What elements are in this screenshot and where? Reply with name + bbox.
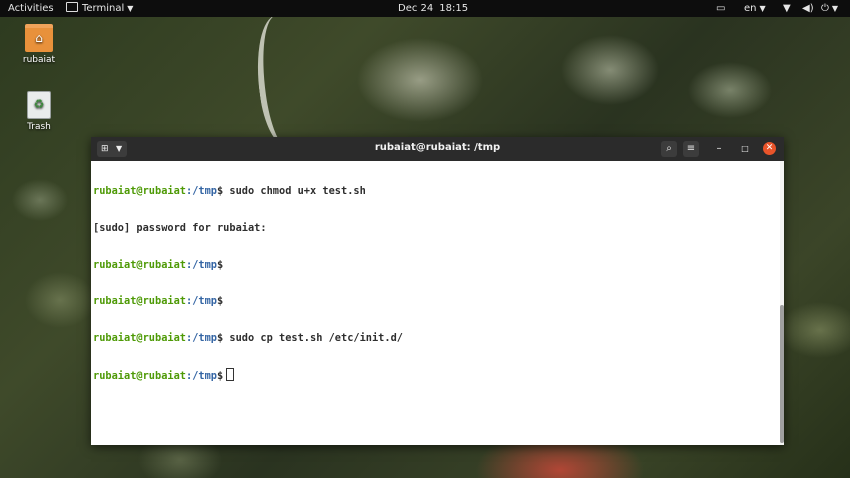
terminal-icon bbox=[66, 2, 78, 12]
trash-label: Trash bbox=[27, 122, 51, 132]
prompt-user: rubaiat@rubaiat bbox=[93, 258, 186, 271]
prompt-path: :/tmp bbox=[186, 295, 217, 308]
terminal-line: rubaiat@rubaiat:/tmp$ sudo chmod u+x tes… bbox=[93, 185, 780, 197]
prompt-path: :/tmp bbox=[186, 370, 217, 383]
home-folder-label: rubaiat bbox=[22, 55, 56, 65]
minimize-icon: – bbox=[716, 143, 722, 154]
scrollbar-thumb[interactable] bbox=[780, 305, 784, 443]
close-button[interactable]: ✕ bbox=[763, 142, 776, 155]
prompt-symbol: $ bbox=[217, 370, 224, 383]
terminal-line: rubaiat@rubaiat:/tmp$ bbox=[93, 368, 780, 383]
prompt-path: :/tmp bbox=[186, 331, 217, 344]
text-cursor bbox=[226, 368, 235, 382]
desktop-trash[interactable]: ♻ Trash bbox=[9, 91, 69, 132]
hamburger-icon: ≡ bbox=[686, 143, 696, 154]
clock[interactable]: Dec 24 18:15 bbox=[398, 2, 474, 15]
prompt-symbol: $ bbox=[217, 295, 224, 308]
wallpaper-smoke bbox=[249, 12, 313, 148]
prompt-symbol: $ bbox=[217, 258, 224, 271]
network-icon[interactable]: ▼ bbox=[783, 2, 791, 15]
close-icon: ✕ bbox=[765, 143, 774, 153]
scrollbar[interactable] bbox=[780, 161, 784, 445]
desktop-home-folder[interactable]: ⌂ rubaiat bbox=[9, 24, 69, 65]
command-text: sudo chmod u+x test.sh bbox=[223, 185, 366, 198]
app-menu-label: Terminal bbox=[82, 3, 125, 14]
clock-time: 18:15 bbox=[439, 3, 469, 14]
minimize-button[interactable]: – bbox=[711, 141, 727, 157]
window-headerbar[interactable]: ⊞ ▼ rubaiat@rubaiat: /tmp ⌕ ≡ – □ ✕ bbox=[91, 137, 784, 161]
chevron-down-icon: ▼ bbox=[759, 4, 766, 13]
window-title: rubaiat@rubaiat: /tmp bbox=[374, 142, 501, 153]
language-label: en bbox=[744, 3, 757, 14]
maximize-button[interactable]: □ bbox=[737, 141, 753, 157]
search-button[interactable]: ⌕ bbox=[661, 141, 677, 157]
activities-button[interactable]: Activities bbox=[8, 2, 54, 15]
prompt-user: rubaiat@rubaiat bbox=[93, 370, 186, 383]
home-folder-icon: ⌂ bbox=[25, 24, 53, 52]
prompt-path: :/tmp bbox=[186, 258, 217, 271]
language-selector[interactable]: en ▼ bbox=[744, 2, 766, 15]
chevron-down-icon: ▼ bbox=[831, 4, 839, 13]
prompt-user: rubaiat@rubaiat bbox=[93, 331, 186, 344]
terminal-line: [sudo] password for rubaiat: bbox=[93, 222, 780, 234]
terminal-window: ⊞ ▼ rubaiat@rubaiat: /tmp ⌕ ≡ – □ ✕ ruba… bbox=[91, 137, 784, 445]
menu-button[interactable]: ≡ bbox=[683, 141, 699, 157]
output-text: [sudo] password for rubaiat: bbox=[93, 222, 267, 234]
maximize-icon: □ bbox=[741, 144, 749, 153]
prompt-user: rubaiat@rubaiat bbox=[93, 295, 186, 308]
clock-date: Dec 24 bbox=[398, 3, 434, 14]
prompt-user: rubaiat@rubaiat bbox=[93, 185, 186, 198]
volume-icon[interactable]: ◀) bbox=[802, 2, 814, 15]
trash-icon: ♻ bbox=[27, 91, 51, 119]
chevron-down-icon: ▼ bbox=[127, 4, 134, 13]
prompt-path: :/tmp bbox=[186, 185, 217, 198]
top-bar: Activities Terminal ▼ Dec 24 18:15 ▭ en ▼ ▼… bbox=[0, 0, 850, 17]
terminal-line: rubaiat@rubaiat:/tmp$ sudo cp test.sh /e… bbox=[93, 332, 780, 344]
terminal-output[interactable]: rubaiat@rubaiat:/tmp$ sudo chmod u+x tes… bbox=[91, 161, 780, 445]
app-menu[interactable]: Terminal ▼ bbox=[66, 2, 133, 15]
terminal-line: rubaiat@rubaiat:/tmp$ bbox=[93, 295, 780, 307]
search-icon: ⌕ bbox=[666, 143, 672, 154]
command-text: sudo cp test.sh /etc/init.d/ bbox=[223, 331, 403, 344]
power-icon[interactable]: ⏻ ▼ bbox=[821, 2, 838, 15]
screen-icon[interactable]: ▭ bbox=[716, 2, 725, 15]
terminal-line: rubaiat@rubaiat:/tmp$ bbox=[93, 259, 780, 271]
